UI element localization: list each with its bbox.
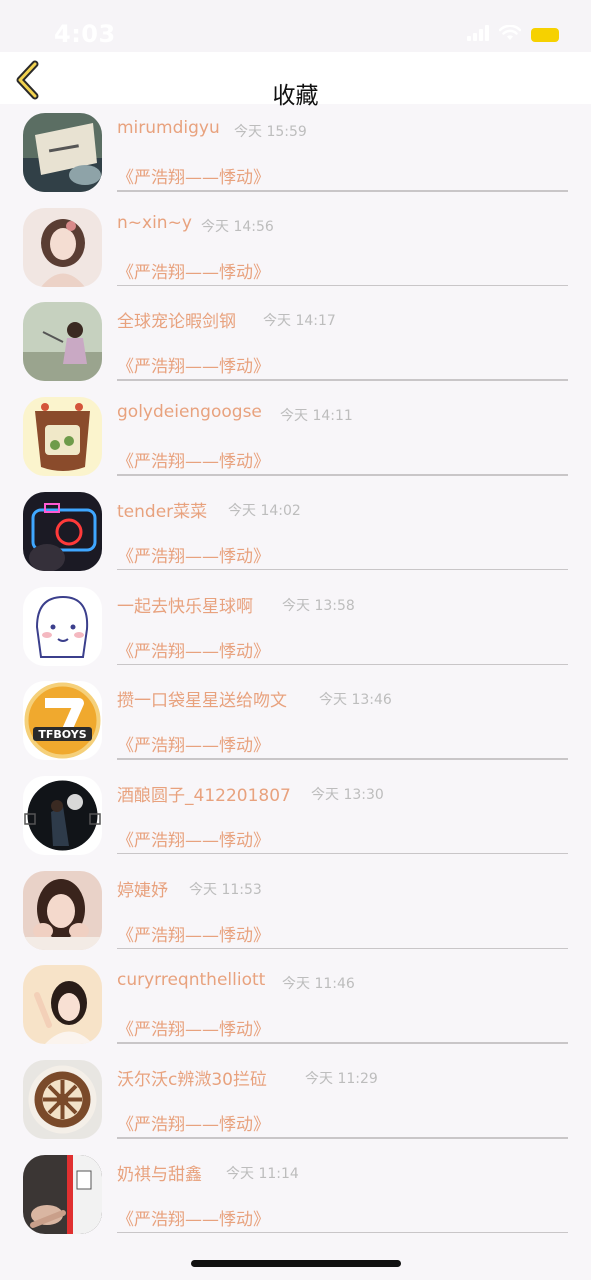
timestamp: 今天 11:14 <box>226 1165 299 1182</box>
wifi-icon <box>498 24 522 45</box>
divider <box>117 474 568 476</box>
song-link[interactable]: 《严浩翔——悸动》 <box>117 542 270 567</box>
avatar[interactable] <box>23 207 102 287</box>
header: 收藏 <box>0 52 591 109</box>
list-item[interactable]: golydeiengoogse 今天 14:11 《严浩翔——悸动》 <box>0 396 591 491</box>
avatar[interactable] <box>23 1154 102 1234</box>
timestamp: 今天 13:46 <box>319 692 392 709</box>
avatar[interactable] <box>23 491 102 571</box>
timestamp: 今天 14:02 <box>228 502 301 519</box>
divider <box>117 568 568 571</box>
timestamp: 今天 11:46 <box>282 976 355 993</box>
timestamp: 今天 13:30 <box>311 786 384 803</box>
song-link[interactable]: 《严浩翔——悸动》 <box>117 1110 270 1135</box>
home-indicator[interactable] <box>191 1260 401 1267</box>
song-link[interactable]: 《严浩翔——悸动》 <box>117 447 270 472</box>
divider <box>117 284 568 287</box>
avatar[interactable] <box>23 1060 102 1139</box>
status-time: 4:03 <box>54 20 116 48</box>
timestamp: 今天 15:59 <box>234 124 307 140</box>
timestamp: 今天 14:17 <box>263 313 336 330</box>
list-item[interactable]: mirumdigyu 今天 15:59 《严浩翔——悸动》 <box>0 112 591 207</box>
divider <box>117 1042 568 1044</box>
timestamp: 今天 14:11 <box>280 408 353 425</box>
timestamp: 今天 14:56 <box>201 218 274 235</box>
song-link[interactable]: 《严浩翔——悸动》 <box>117 1015 270 1040</box>
list-item[interactable]: 一起去快乐星球啊 今天 13:58 《严浩翔——悸动》 <box>0 586 591 681</box>
list-item[interactable]: 婷婕妤 今天 11:53 《严浩翔——悸动》 <box>0 870 591 965</box>
username[interactable]: 酒酿圆子_412201807 <box>117 781 291 806</box>
song-link[interactable]: 《严浩翔——悸动》 <box>117 731 270 756</box>
divider <box>117 190 568 192</box>
timestamp: 今天 11:53 <box>189 881 262 898</box>
divider <box>117 1137 568 1139</box>
song-link[interactable]: 《严浩翔——悸动》 <box>117 258 270 283</box>
page-title: 收藏 <box>272 83 319 109</box>
status-bar: 4:03 <box>0 0 591 52</box>
avatar[interactable]: TFBOYS <box>23 681 102 761</box>
song-link[interactable]: 《严浩翔——悸动》 <box>117 352 270 377</box>
list-item[interactable]: 沃尔沃c辨溦30拦砬 今天 11:29 《严浩翔——悸动》 <box>0 1059 591 1154</box>
divider <box>117 852 568 855</box>
divider <box>117 663 568 665</box>
list-item[interactable]: 全球宠论暇剑钢 今天 14:17 《严浩翔——悸动》 <box>0 301 591 396</box>
list-item[interactable]: TFBOYS 攒一口袋星星送给吻文 今天 13:46 《严浩翔——悸动》 <box>0 680 591 775</box>
avatar[interactable] <box>23 302 102 382</box>
divider <box>117 947 568 950</box>
status-icons <box>467 24 559 45</box>
username[interactable]: 一起去快乐星球啊 <box>117 592 253 617</box>
list-item[interactable]: 奶祺与甜鑫 今天 11:14 《严浩翔——悸动》 <box>0 1154 591 1249</box>
divider <box>117 1231 568 1234</box>
avatar[interactable] <box>23 775 102 855</box>
username[interactable]: mirumdigyu <box>117 118 220 138</box>
list-item[interactable]: curyrreqnthelliott 今天 11:46 《严浩翔——悸动》 <box>0 964 591 1059</box>
song-link[interactable]: 《严浩翔——悸动》 <box>117 163 270 188</box>
username[interactable]: 婷婕妤 <box>117 876 168 901</box>
username[interactable]: n~xin~y <box>117 213 192 233</box>
divider <box>117 379 568 381</box>
username[interactable]: 全球宠论暇剑钢 <box>117 307 236 332</box>
song-link[interactable]: 《严浩翔——悸动》 <box>117 921 270 946</box>
username[interactable]: tender菜菜 <box>117 497 207 522</box>
username[interactable]: curyrreqnthelliott <box>117 970 265 990</box>
avatar[interactable] <box>23 586 102 666</box>
song-link[interactable]: 《严浩翔——悸动》 <box>117 826 270 851</box>
timestamp: 今天 11:29 <box>305 1071 378 1087</box>
avatar[interactable] <box>23 870 102 950</box>
divider <box>117 758 568 760</box>
avatar-logo-text: TFBOYS <box>38 728 86 741</box>
username[interactable]: golydeiengoogse <box>117 402 262 422</box>
song-link[interactable]: 《严浩翔——悸动》 <box>117 637 270 662</box>
avatar[interactable] <box>23 397 102 477</box>
timestamp: 今天 13:58 <box>282 597 355 614</box>
avatar[interactable] <box>23 965 102 1045</box>
list-item[interactable]: n~xin~y 今天 14:56 《严浩翔——悸动》 <box>0 207 591 302</box>
avatar[interactable] <box>23 113 102 192</box>
username[interactable]: 奶祺与甜鑫 <box>117 1160 202 1185</box>
list-item[interactable]: tender菜菜 今天 14:02 《严浩翔——悸动》 <box>0 491 591 586</box>
username[interactable]: 攒一口袋星星送给吻文 <box>117 686 287 711</box>
signal-icon <box>467 25 489 45</box>
song-link[interactable]: 《严浩翔——悸动》 <box>117 1205 270 1230</box>
battery-icon <box>531 28 559 42</box>
list-item[interactable]: 酒酿圆子_412201807 今天 13:30 《严浩翔——悸动》 <box>0 775 591 870</box>
username[interactable]: 沃尔沃c辨溦30拦砬 <box>117 1065 267 1090</box>
